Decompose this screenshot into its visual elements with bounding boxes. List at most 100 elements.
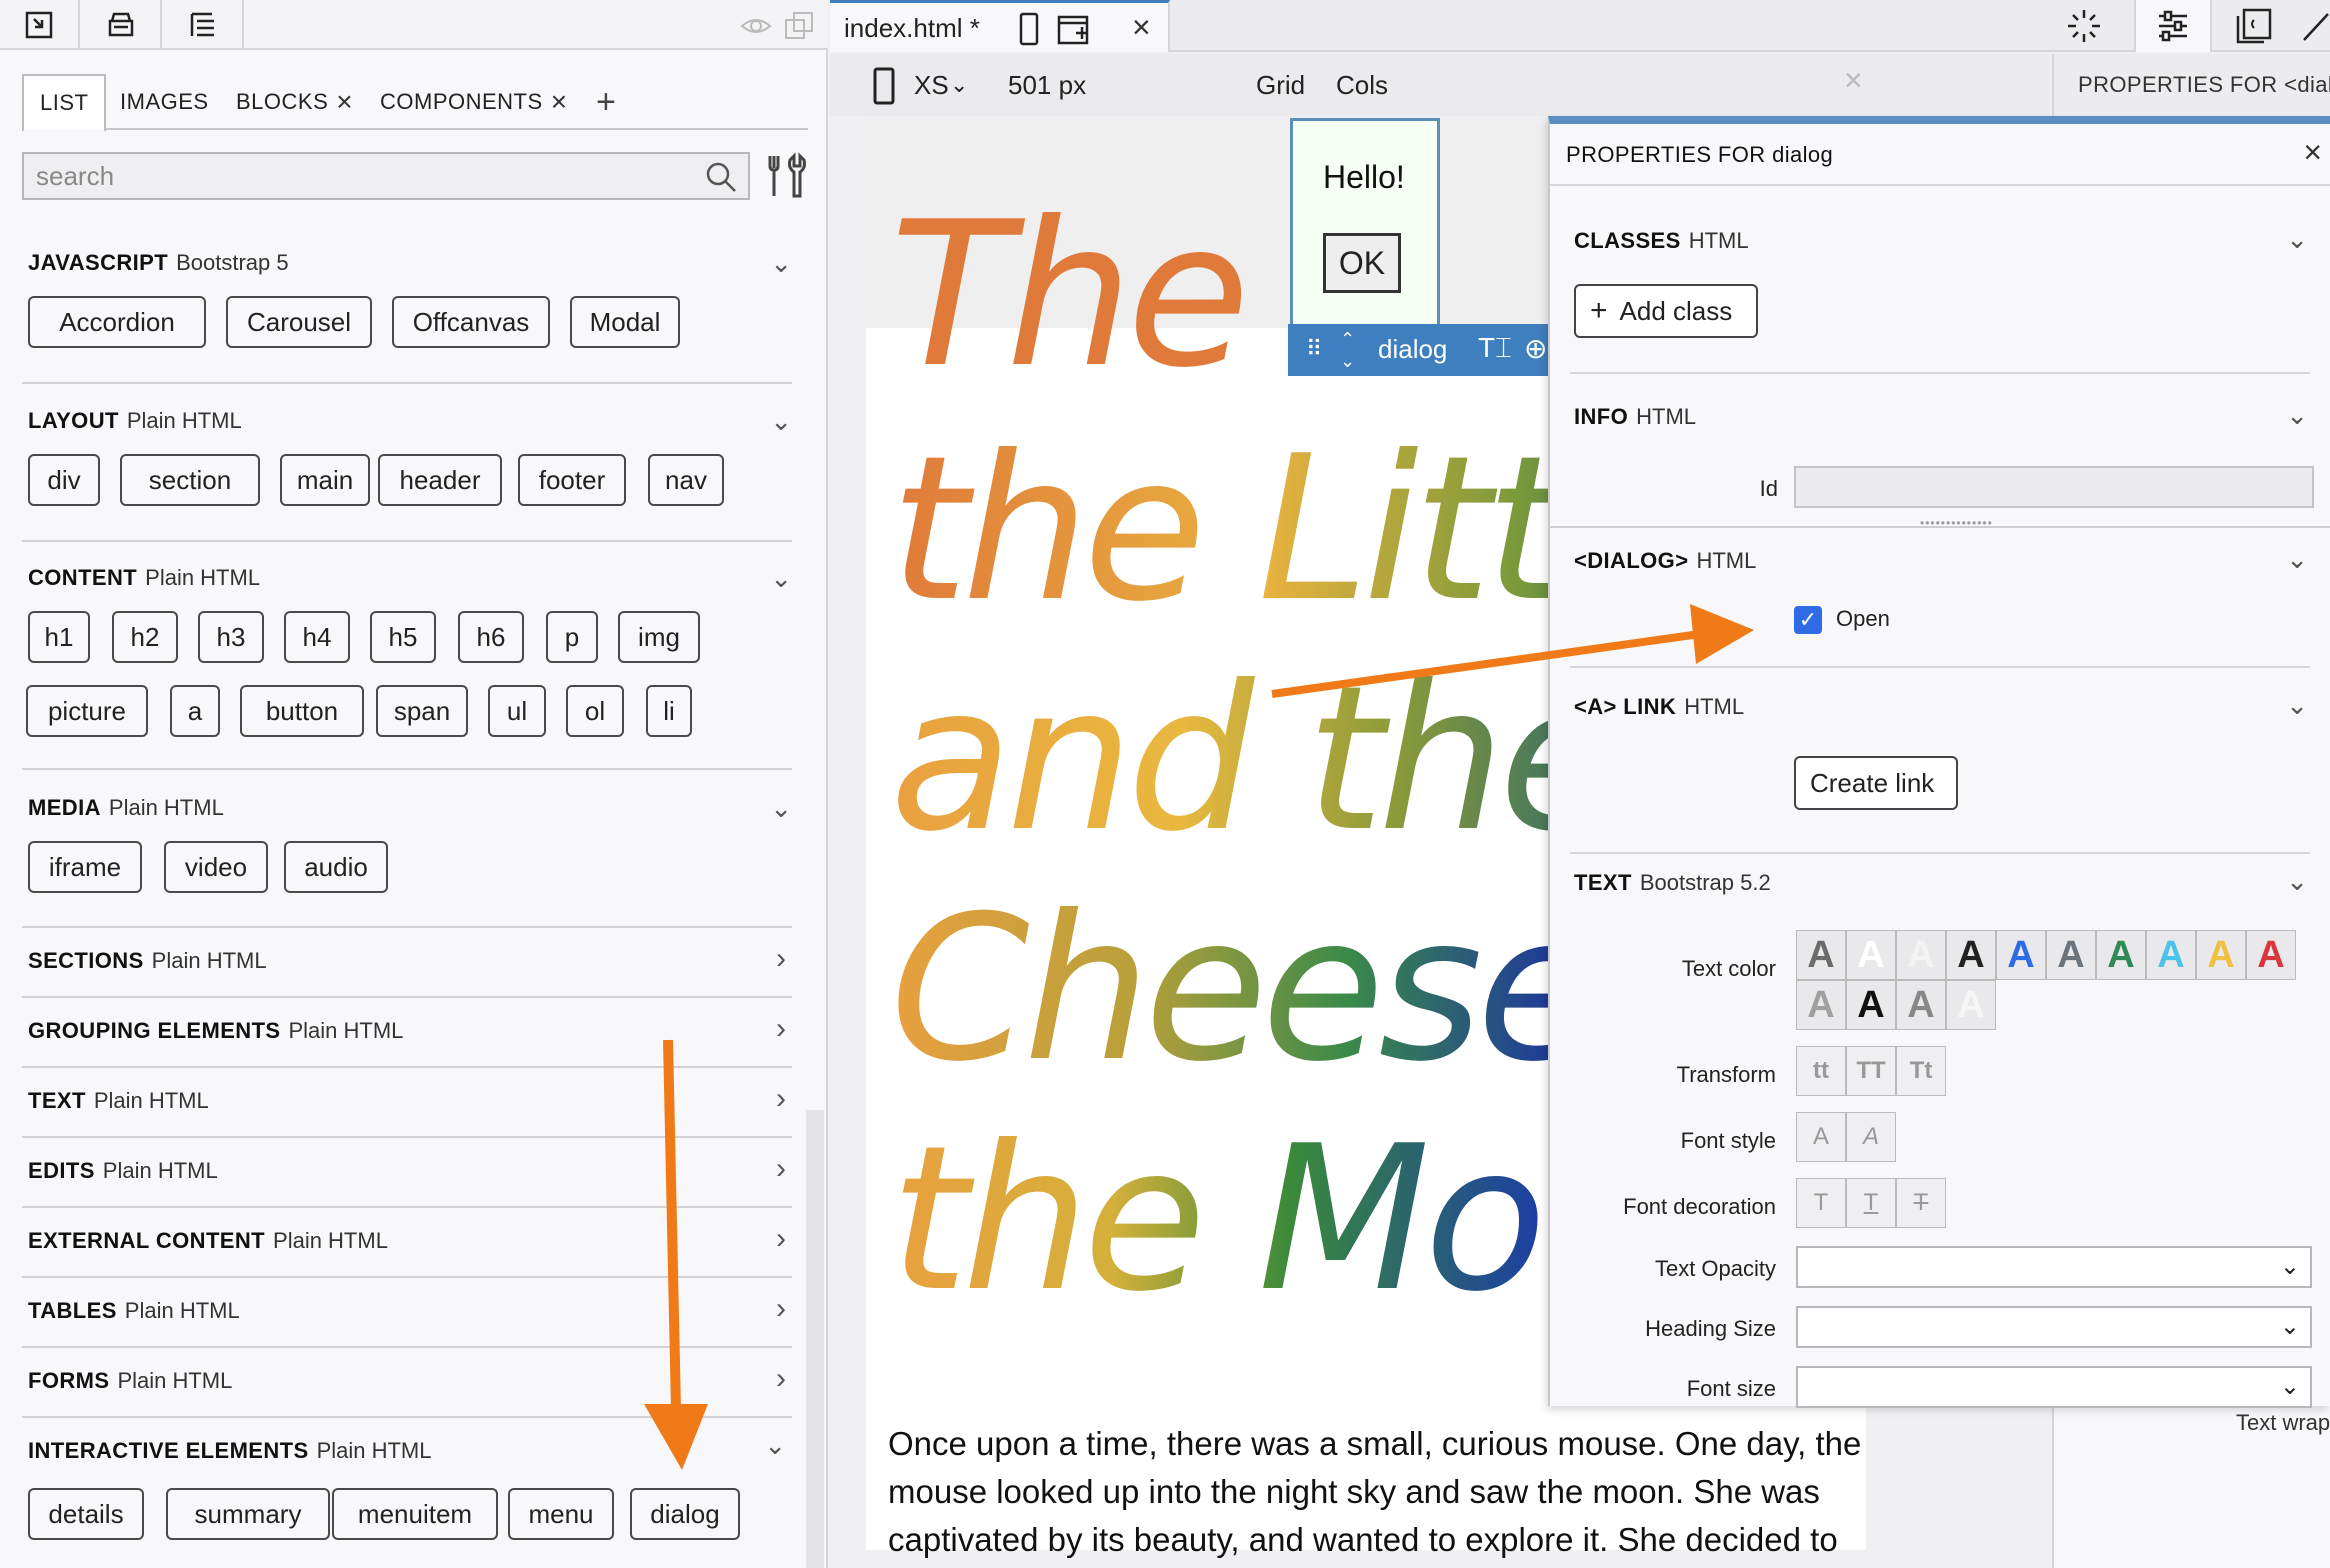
- chip-header[interactable]: header: [378, 454, 502, 506]
- phone-icon[interactable]: [872, 66, 896, 106]
- chevron-down-icon[interactable]: ⌄: [2286, 400, 2308, 431]
- no-decoration-option[interactable]: T: [1796, 1178, 1846, 1228]
- chip-main[interactable]: main: [280, 454, 370, 506]
- normal-style-option[interactable]: A: [1796, 1112, 1846, 1162]
- swatch[interactable]: A: [2146, 930, 2196, 980]
- close-icon[interactable]: ×: [2303, 134, 2322, 171]
- chip-h2[interactable]: h2: [112, 611, 178, 663]
- chip-p[interactable]: p: [546, 611, 598, 663]
- text-header[interactable]: TEXT Bootstrap 5.2: [1574, 870, 1771, 896]
- add-tab-button[interactable]: +: [596, 74, 616, 130]
- chip-h6[interactable]: h6: [458, 611, 524, 663]
- chip-audio[interactable]: audio: [284, 841, 388, 893]
- swatch[interactable]: A: [2246, 930, 2296, 980]
- chevron-down-icon[interactable]: ⌄: [770, 563, 792, 594]
- chip-img[interactable]: img: [618, 611, 700, 663]
- chip-button[interactable]: button: [240, 685, 364, 737]
- close-icon[interactable]: ×: [1844, 62, 1863, 99]
- chip-h4[interactable]: h4: [284, 611, 350, 663]
- swatch[interactable]: A: [1896, 980, 1946, 1030]
- magic-icon[interactable]: [2064, 6, 2104, 51]
- section-header[interactable]: INTERACTIVE ELEMENTS Plain HTML: [28, 1438, 432, 1464]
- text-opacity-select[interactable]: ⌄: [1796, 1246, 2312, 1288]
- edit-icon[interactable]: [2300, 6, 2330, 51]
- chevron-down-icon[interactable]: ⌄: [2286, 544, 2308, 575]
- swatch[interactable]: A: [1796, 980, 1846, 1030]
- cols-toggle[interactable]: Cols: [1336, 70, 1388, 101]
- chip-menu[interactable]: menu: [508, 1488, 614, 1540]
- file-tab[interactable]: index.html * ×: [830, 0, 1170, 52]
- css-icon[interactable]: [2234, 6, 2274, 51]
- eye-icon[interactable]: [738, 8, 774, 49]
- section-header[interactable]: CONTENT Plain HTML: [28, 565, 260, 591]
- create-link-button[interactable]: Create link: [1794, 756, 1958, 810]
- dialog-header[interactable]: <DIALOG> HTML: [1574, 548, 1756, 574]
- swatch[interactable]: A: [1846, 930, 1896, 980]
- copy-window-icon[interactable]: [782, 8, 818, 49]
- heading-size-select[interactable]: ⌄: [1796, 1306, 2312, 1348]
- swatch[interactable]: A: [2096, 930, 2146, 980]
- swatch[interactable]: A: [2196, 930, 2246, 980]
- chip-span[interactable]: span: [376, 685, 468, 737]
- section-grouping-elements[interactable]: GROUPING ELEMENTS Plain HTML ›: [22, 996, 792, 1066]
- italic-style-option[interactable]: A: [1846, 1112, 1896, 1162]
- section-forms[interactable]: FORMS Plain HTML ›: [22, 1346, 792, 1416]
- section-sections[interactable]: SECTIONS Plain HTML ›: [22, 926, 792, 996]
- chevron-down-icon[interactable]: ⌄: [764, 1430, 786, 1461]
- strikethrough-option[interactable]: T: [1896, 1178, 1946, 1228]
- chevron-down-icon[interactable]: ⌄: [950, 72, 968, 98]
- swatch[interactable]: A: [1796, 930, 1846, 980]
- section-edits[interactable]: EDITS Plain HTML ›: [22, 1136, 792, 1206]
- chip-iframe[interactable]: iframe: [28, 841, 142, 893]
- tab-list[interactable]: LIST: [22, 74, 107, 132]
- capitalize-option[interactable]: Tt: [1896, 1046, 1946, 1096]
- section-tables[interactable]: TABLES Plain HTML ›: [22, 1276, 792, 1346]
- section-header[interactable]: MEDIA Plain HTML: [28, 795, 224, 821]
- add-class-button[interactable]: + Add class: [1574, 284, 1758, 338]
- text-edit-icon[interactable]: T⌶: [1478, 332, 1512, 365]
- chip-h3[interactable]: h3: [198, 611, 264, 663]
- storage-icon[interactable]: [82, 0, 162, 50]
- chevron-down-icon[interactable]: ⌄: [770, 793, 792, 824]
- chip-h1[interactable]: h1: [28, 611, 90, 663]
- chip-carousel[interactable]: Carousel: [226, 296, 372, 348]
- chevron-down-icon[interactable]: ⌄: [770, 406, 792, 437]
- chip-details[interactable]: details: [28, 1488, 144, 1540]
- tools-icon[interactable]: [766, 152, 810, 200]
- chip-a[interactable]: a: [170, 685, 220, 737]
- chip-h5[interactable]: h5: [370, 611, 436, 663]
- info-header[interactable]: INFO HTML: [1574, 404, 1696, 430]
- section-header[interactable]: LAYOUT Plain HTML: [28, 408, 242, 434]
- mobile-preview-icon[interactable]: [1016, 11, 1042, 47]
- chip-video[interactable]: video: [164, 841, 268, 893]
- chip-li[interactable]: li: [646, 685, 692, 737]
- chevron-down-icon[interactable]: ⌄: [2286, 224, 2308, 255]
- chevron-down-icon[interactable]: ⌄: [770, 248, 792, 279]
- lowercase-option[interactable]: tt: [1796, 1046, 1846, 1096]
- chip-div[interactable]: div: [28, 454, 100, 506]
- new-window-icon[interactable]: [1056, 11, 1096, 47]
- swatch[interactable]: A: [1846, 980, 1896, 1030]
- section-external-content[interactable]: EXTERNAL CONTENT Plain HTML ›: [22, 1206, 792, 1276]
- swatch[interactable]: A: [2046, 930, 2096, 980]
- open-checkbox[interactable]: ✓: [1794, 606, 1822, 634]
- close-icon[interactable]: ×: [336, 86, 353, 118]
- swatch[interactable]: A: [1996, 930, 2046, 980]
- chip-accordion[interactable]: Accordion: [28, 296, 206, 348]
- add-icon[interactable]: ⊕: [1524, 332, 1547, 365]
- close-icon[interactable]: ×: [551, 86, 568, 118]
- chip-ul[interactable]: ul: [488, 685, 546, 737]
- import-icon[interactable]: [0, 0, 80, 50]
- chip-summary[interactable]: summary: [166, 1488, 330, 1540]
- underline-option[interactable]: T: [1846, 1178, 1896, 1228]
- ok-button[interactable]: OK: [1323, 233, 1401, 293]
- section-text[interactable]: TEXT Plain HTML ›: [22, 1066, 792, 1136]
- tree-icon[interactable]: [164, 0, 244, 50]
- id-input[interactable]: [1794, 466, 2314, 508]
- chip-footer[interactable]: footer: [518, 454, 626, 506]
- swatch[interactable]: A: [1946, 980, 1996, 1030]
- chip-modal[interactable]: Modal: [570, 296, 680, 348]
- swatch[interactable]: A: [1896, 930, 1946, 980]
- tab-components[interactable]: COMPONENTS ×: [380, 74, 568, 130]
- chevron-down-icon[interactable]: ⌄: [2286, 690, 2308, 721]
